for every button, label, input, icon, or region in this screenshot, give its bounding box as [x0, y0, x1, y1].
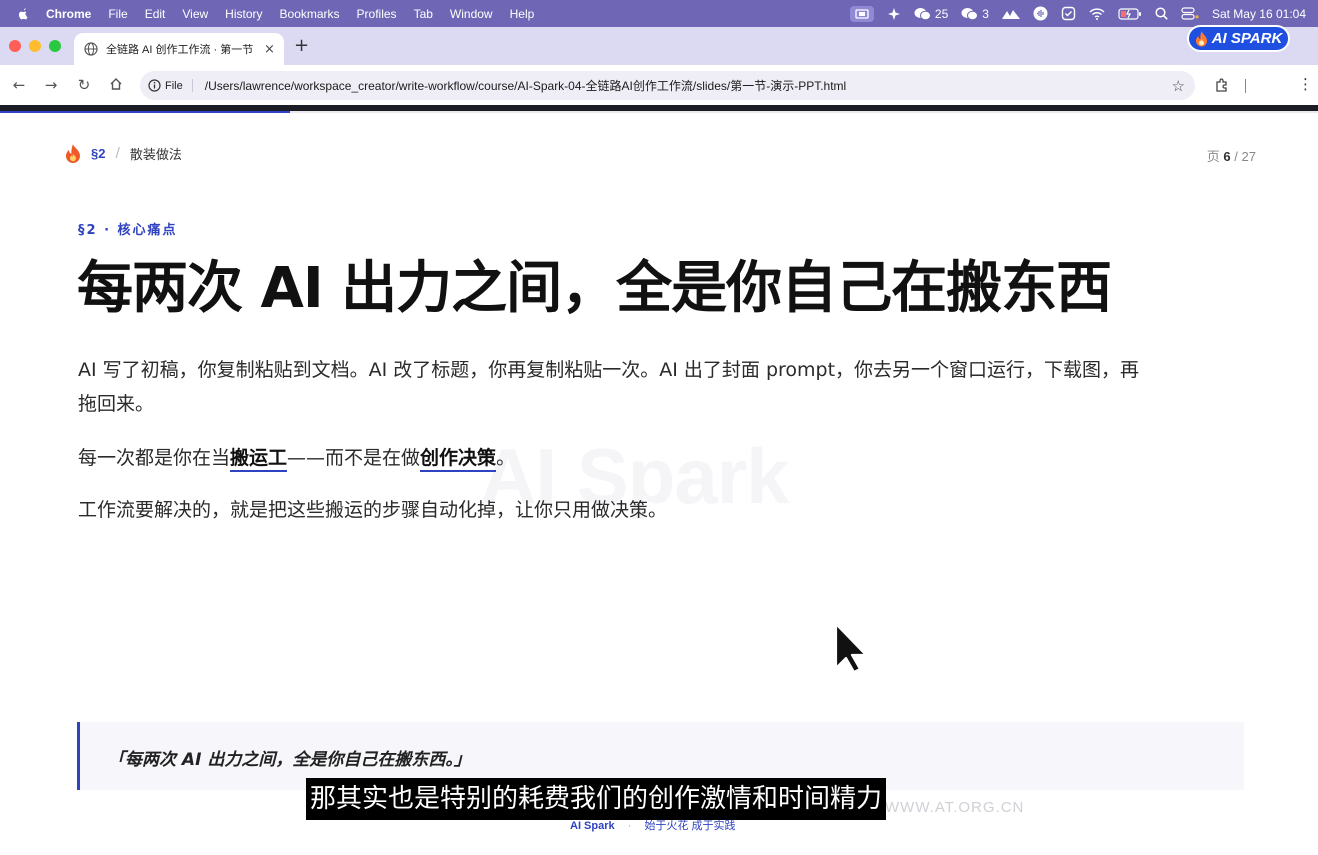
- paragraph-3: 工作流要解决的，就是把这些搬运的步骤自动化掉，让你只用做决策。: [78, 499, 668, 521]
- page-counter: 页 6 / 27: [1207, 146, 1256, 165]
- menu-file[interactable]: File: [108, 7, 127, 21]
- footer-dot: ·: [627, 820, 632, 832]
- chat-status[interactable]: 3: [961, 7, 989, 21]
- url-text[interactable]: /Users/lawrence/workspace_creator/write-…: [205, 77, 846, 94]
- breadcrumb-section[interactable]: §2: [91, 146, 105, 161]
- brand-badge-text: AI SPARK: [1211, 30, 1283, 47]
- new-tab-button[interactable]: +: [294, 37, 309, 55]
- slide-headline: 每两次 AI 出力之间，全是你自己在搬东西: [77, 256, 1112, 321]
- address-bar[interactable]: File /Users/lawrence/workspace_creator/w…: [140, 71, 1195, 100]
- battery-icon[interactable]: [1118, 7, 1142, 20]
- wechat-icon: [914, 7, 931, 20]
- wechat-count: 25: [934, 6, 949, 21]
- paragraph-2-lead: 每一次都是你在当: [78, 447, 231, 469]
- macos-menu-bar: Chrome File Edit View History Bookmarks …: [0, 0, 1318, 27]
- paragraph-2-middle: ——而不是在做: [287, 447, 421, 469]
- extensions-icon[interactable]: [1214, 77, 1230, 97]
- chat-icon: [961, 7, 979, 20]
- info-icon: [148, 79, 161, 92]
- site-watermark: WWW.AT.ORG.CN: [885, 799, 1025, 816]
- page-current: 6: [1223, 149, 1231, 164]
- section-eyebrow: §2 · 核心痛点: [78, 223, 178, 238]
- menu-tab[interactable]: Tab: [414, 7, 433, 21]
- brand-badge: AI SPARK: [1187, 25, 1290, 52]
- window-controls: [9, 40, 61, 52]
- paragraph-2: 每一次都是你在当搬运工——而不是在做创作决策。: [78, 441, 1158, 475]
- menu-app-name[interactable]: Chrome: [46, 7, 91, 21]
- chat-count: 3: [982, 6, 989, 21]
- video-subtitle: 那其实也是特别的耗费我们的创作激情和时间精力: [306, 778, 887, 820]
- tab-strip: 全链路 AI 创作工作流 · 第一节 × + ∨: [0, 27, 1318, 78]
- menu-edit[interactable]: Edit: [145, 7, 166, 21]
- tab-active[interactable]: 全链路 AI 创作工作流 · 第一节 ×: [74, 33, 284, 65]
- reload-icon[interactable]: ↻: [76, 77, 92, 93]
- site-info-chip[interactable]: File: [148, 79, 193, 92]
- tab-title: 全链路 AI 创作工作流 · 第一节: [106, 44, 254, 56]
- clock-text[interactable]: Sat May 16 01:04: [1212, 7, 1306, 21]
- paragraph-2-end: 。: [496, 447, 516, 469]
- tab-close-icon[interactable]: ×: [264, 42, 275, 57]
- minimize-window-button[interactable]: [29, 40, 41, 52]
- breadcrumb-separator: /: [115, 146, 120, 161]
- pull-quote-text: 「每两次 AI 出力之间，全是你自己在搬东西。」: [108, 750, 471, 770]
- paragraph-1: AI 写了初稿，你复制粘贴到文档。AI 改了标题，你再复制粘贴一次。AI 出了封…: [78, 359, 1140, 415]
- wifi-icon[interactable]: [1089, 7, 1105, 20]
- back-arrow-icon[interactable]: ←: [11, 77, 27, 93]
- mouse-cursor-icon: [834, 622, 866, 674]
- search-icon[interactable]: [1155, 7, 1168, 20]
- shield-check-icon[interactable]: [1061, 6, 1076, 21]
- footer-slogan: 始于火花 成于实践: [644, 820, 736, 832]
- mountain-icon[interactable]: [1001, 8, 1020, 20]
- home-icon[interactable]: [108, 77, 124, 93]
- apple-icon[interactable]: [16, 7, 30, 21]
- status-area: 25 3 Sat May 16 01:04: [849, 0, 1306, 27]
- footer-brand: AI Spark: [570, 820, 615, 832]
- close-window-button[interactable]: [9, 40, 21, 52]
- more-menu-icon[interactable]: ⋮: [1298, 75, 1313, 93]
- toolbar-divider: [1245, 79, 1246, 93]
- zoom-window-button[interactable]: [49, 40, 61, 52]
- forward-arrow-icon[interactable]: →: [43, 77, 59, 93]
- menu-window[interactable]: Window: [450, 7, 493, 21]
- breadcrumb: §2 / 散装做法: [65, 144, 182, 163]
- slide: AI Spark §2 / 散装做法 页 6 / 27 §2 · 核心痛点 每两…: [0, 113, 1318, 855]
- menu-profiles[interactable]: Profiles: [357, 7, 397, 21]
- audio-wave-icon[interactable]: [1033, 6, 1048, 21]
- menu-help[interactable]: Help: [510, 7, 535, 21]
- globe-icon: [84, 42, 98, 56]
- emphasis-decision: 创作决策: [420, 447, 497, 472]
- screen-share-icon[interactable]: [849, 5, 874, 22]
- flame-icon: [1195, 30, 1207, 46]
- menu-history[interactable]: History: [225, 7, 262, 21]
- page-separator: /: [1234, 149, 1238, 164]
- wechat-status[interactable]: 25: [914, 7, 948, 21]
- bookmark-star-icon[interactable]: ☆: [1172, 77, 1185, 95]
- emphasis-porter: 搬运工: [230, 447, 288, 472]
- menu-bookmarks[interactable]: Bookmarks: [280, 7, 340, 21]
- flame-icon: [66, 144, 80, 163]
- control-center-icon[interactable]: [1181, 7, 1199, 20]
- sparkle-icon[interactable]: [887, 7, 901, 21]
- menu-view[interactable]: View: [182, 7, 208, 21]
- browser-toolbar: ← → ↻ File /Users/lawrence/workspace_cre…: [0, 65, 1318, 105]
- page-prefix: 页: [1206, 149, 1220, 164]
- breadcrumb-title: 散装做法: [129, 148, 182, 163]
- page-total: 27: [1241, 149, 1256, 164]
- file-label: File: [165, 79, 183, 92]
